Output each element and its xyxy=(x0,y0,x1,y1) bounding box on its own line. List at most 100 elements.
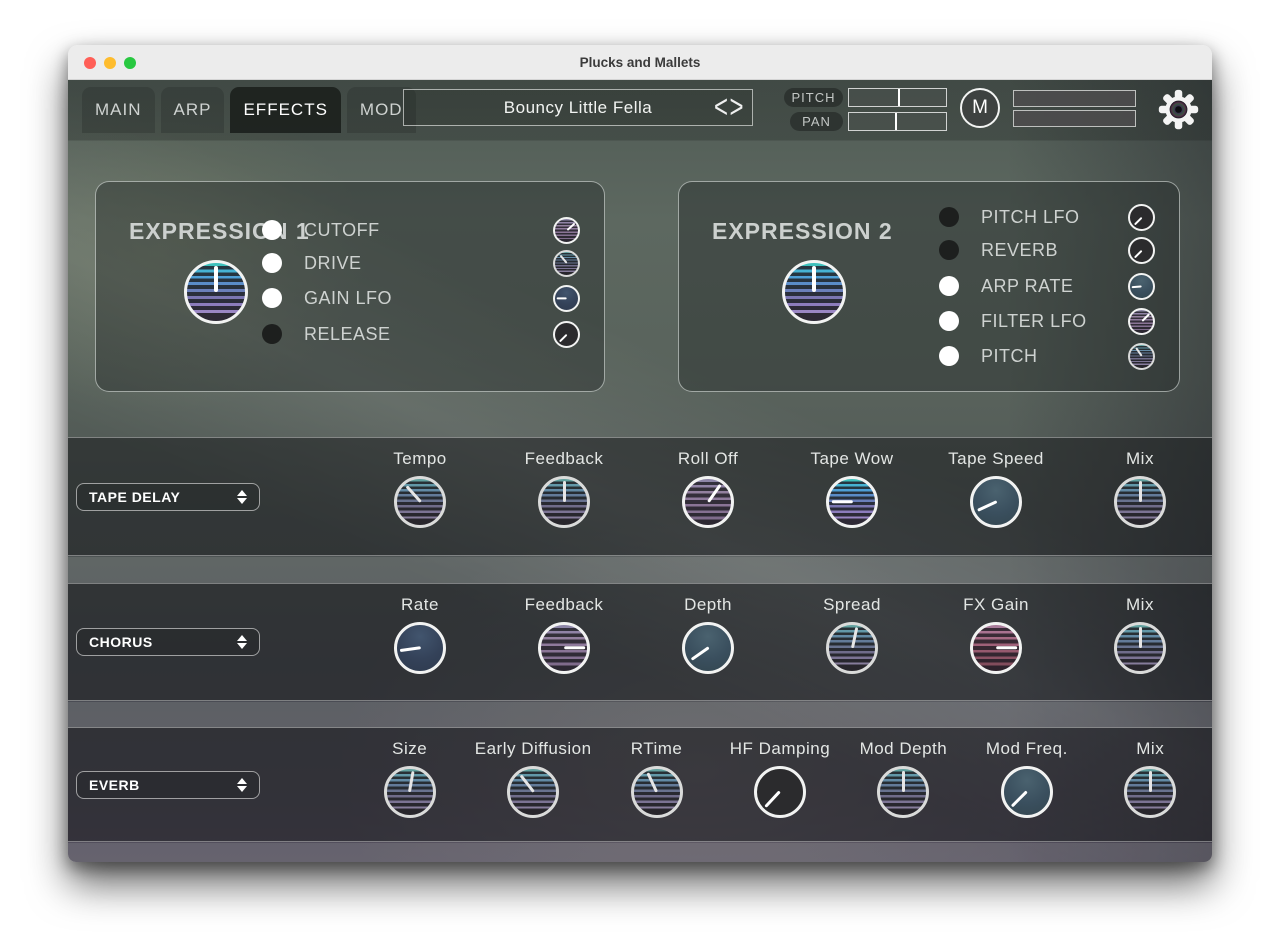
rtime-knob[interactable] xyxy=(631,766,683,818)
size-knob[interactable] xyxy=(384,766,436,818)
gain-lfo-amount-knob[interactable] xyxy=(553,285,580,312)
tempo-knob[interactable] xyxy=(394,476,446,528)
up-down-arrows-icon xyxy=(237,778,247,792)
knob-cell-early-diffusion: Early Diffusion xyxy=(471,728,594,841)
radio-button[interactable] xyxy=(939,240,959,260)
knob-pointer xyxy=(1139,627,1142,648)
knob-label: Early Diffusion xyxy=(475,739,592,759)
tab-arp[interactable]: ARP xyxy=(161,87,225,133)
fx-slot1-dropdown[interactable]: TAPE DELAY xyxy=(76,483,260,511)
knob-cell-mod-freq: Mod Freq. xyxy=(965,728,1088,841)
option-label: PITCH xyxy=(981,346,1038,367)
chevron-left-icon[interactable]: < xyxy=(714,91,729,123)
expression2-option-pitch-lfo: PITCH LFO xyxy=(939,202,1155,232)
radio-button[interactable] xyxy=(262,220,282,240)
pitch-label: PITCH xyxy=(784,88,843,107)
expression1-option-release: RELEASE xyxy=(262,319,580,349)
pitch-slider[interactable] xyxy=(848,88,947,107)
radio-button[interactable] xyxy=(939,207,959,227)
depth-knob[interactable] xyxy=(682,622,734,674)
knob-pointer xyxy=(646,773,657,793)
radio-button[interactable] xyxy=(939,276,959,296)
titlebar: Plucks and Mallets xyxy=(68,45,1212,80)
row-divider xyxy=(68,557,1212,583)
tab-bar: MAIN ARP EFFECTS MOD xyxy=(82,87,416,133)
fx-slot3-dropdown[interactable]: EVERB xyxy=(76,771,260,799)
knob-pointer xyxy=(1135,347,1143,357)
radio-button[interactable] xyxy=(939,311,959,331)
mix-knob[interactable] xyxy=(1114,622,1166,674)
rate-knob[interactable] xyxy=(394,622,446,674)
knob-cell-depth: Depth xyxy=(636,584,780,700)
header-bar: MAIN ARP EFFECTS MOD Bouncy Little Fella… xyxy=(68,80,1212,140)
reverb-amount-knob[interactable] xyxy=(1128,237,1155,264)
knob-pointer xyxy=(831,501,852,504)
pan-slider[interactable] xyxy=(848,112,947,131)
pan-slider-handle[interactable] xyxy=(895,113,897,130)
knob-cell-size: Size xyxy=(348,728,471,841)
radio-button[interactable] xyxy=(262,324,282,344)
knob-cell-mix: Mix xyxy=(1068,584,1212,700)
release-amount-knob[interactable] xyxy=(553,321,580,348)
fx-slot3-selected: EVERB xyxy=(89,777,140,793)
tab-main[interactable]: MAIN xyxy=(82,87,155,133)
fx-row-tape-delay: TAPE DELAY Tempo Feedback Roll Off xyxy=(68,437,1212,556)
knob-cell-hf-damping: HF Damping xyxy=(718,728,841,841)
filter-lfo-amount-knob[interactable] xyxy=(1128,308,1155,335)
tape-speed-knob[interactable] xyxy=(970,476,1022,528)
expression1-macro-knob[interactable] xyxy=(184,260,248,324)
hf-damping-knob[interactable] xyxy=(754,766,806,818)
knob-pointer xyxy=(214,266,218,292)
early-diffusion-knob[interactable] xyxy=(507,766,559,818)
mod-depth-knob[interactable] xyxy=(877,766,929,818)
mix-knob[interactable] xyxy=(1114,476,1166,528)
pan-label: PAN xyxy=(790,112,843,131)
tab-effects[interactable]: EFFECTS xyxy=(230,87,340,133)
knob-label: Depth xyxy=(684,595,732,615)
knob-pointer xyxy=(563,481,566,502)
knob-pointer xyxy=(556,297,566,299)
arp-rate-amount-knob[interactable] xyxy=(1128,273,1155,300)
fx-selector-area: CHORUS xyxy=(68,584,348,700)
fx-row-chorus: CHORUS Rate Feedback Depth Spre xyxy=(68,583,1212,701)
knob-cell-tempo: Tempo xyxy=(348,438,492,555)
fx-gain-knob[interactable] xyxy=(970,622,1022,674)
mix-knob[interactable] xyxy=(1124,766,1176,818)
roll-off-knob[interactable] xyxy=(682,476,734,528)
knob-label: HF Damping xyxy=(730,739,830,759)
pitch-amount-knob[interactable] xyxy=(1128,343,1155,370)
expression2-macro-knob[interactable] xyxy=(782,260,846,324)
mod-freq-knob[interactable] xyxy=(1001,766,1053,818)
radio-button[interactable] xyxy=(262,288,282,308)
fx-slot1-selected: TAPE DELAY xyxy=(89,489,180,505)
knob-pointer xyxy=(1131,285,1141,288)
pitch-slider-handle[interactable] xyxy=(898,89,900,106)
mute-button[interactable]: M xyxy=(960,88,1000,128)
knob-label: RTime xyxy=(631,739,683,759)
radio-button[interactable] xyxy=(262,253,282,273)
feedback-knob[interactable] xyxy=(538,622,590,674)
fx-slot2-dropdown[interactable]: CHORUS xyxy=(76,628,260,656)
knob-cell-mix: Mix xyxy=(1068,438,1212,555)
preset-selector[interactable]: Bouncy Little Fella < > xyxy=(403,89,753,126)
tab-effects-label: EFFECTS xyxy=(243,100,327,120)
tape-wow-knob[interactable] xyxy=(826,476,878,528)
option-label: FILTER LFO xyxy=(981,311,1087,332)
spread-knob[interactable] xyxy=(826,622,878,674)
option-label: PITCH LFO xyxy=(981,207,1080,228)
up-down-arrows-icon xyxy=(237,635,247,649)
radio-button[interactable] xyxy=(939,346,959,366)
drive-amount-knob[interactable] xyxy=(553,250,580,277)
knob-pointer xyxy=(559,254,567,263)
knob-cell-tape-speed: Tape Speed xyxy=(924,438,1068,555)
gear-icon[interactable] xyxy=(1156,87,1201,132)
chevron-right-icon[interactable]: > xyxy=(729,91,744,123)
knob-label: Mix xyxy=(1126,595,1154,615)
knob-pointer xyxy=(765,791,781,808)
knob-cell-spread: Spread xyxy=(780,584,924,700)
expression1-panel: EXPRESSION 1 CUTOFF DRIVE GAIN LFO xyxy=(95,181,605,392)
knob-pointer xyxy=(1149,771,1152,792)
cutoff-amount-knob[interactable] xyxy=(553,217,580,244)
feedback-knob[interactable] xyxy=(538,476,590,528)
pitch-lfo-amount-knob[interactable] xyxy=(1128,204,1155,231)
